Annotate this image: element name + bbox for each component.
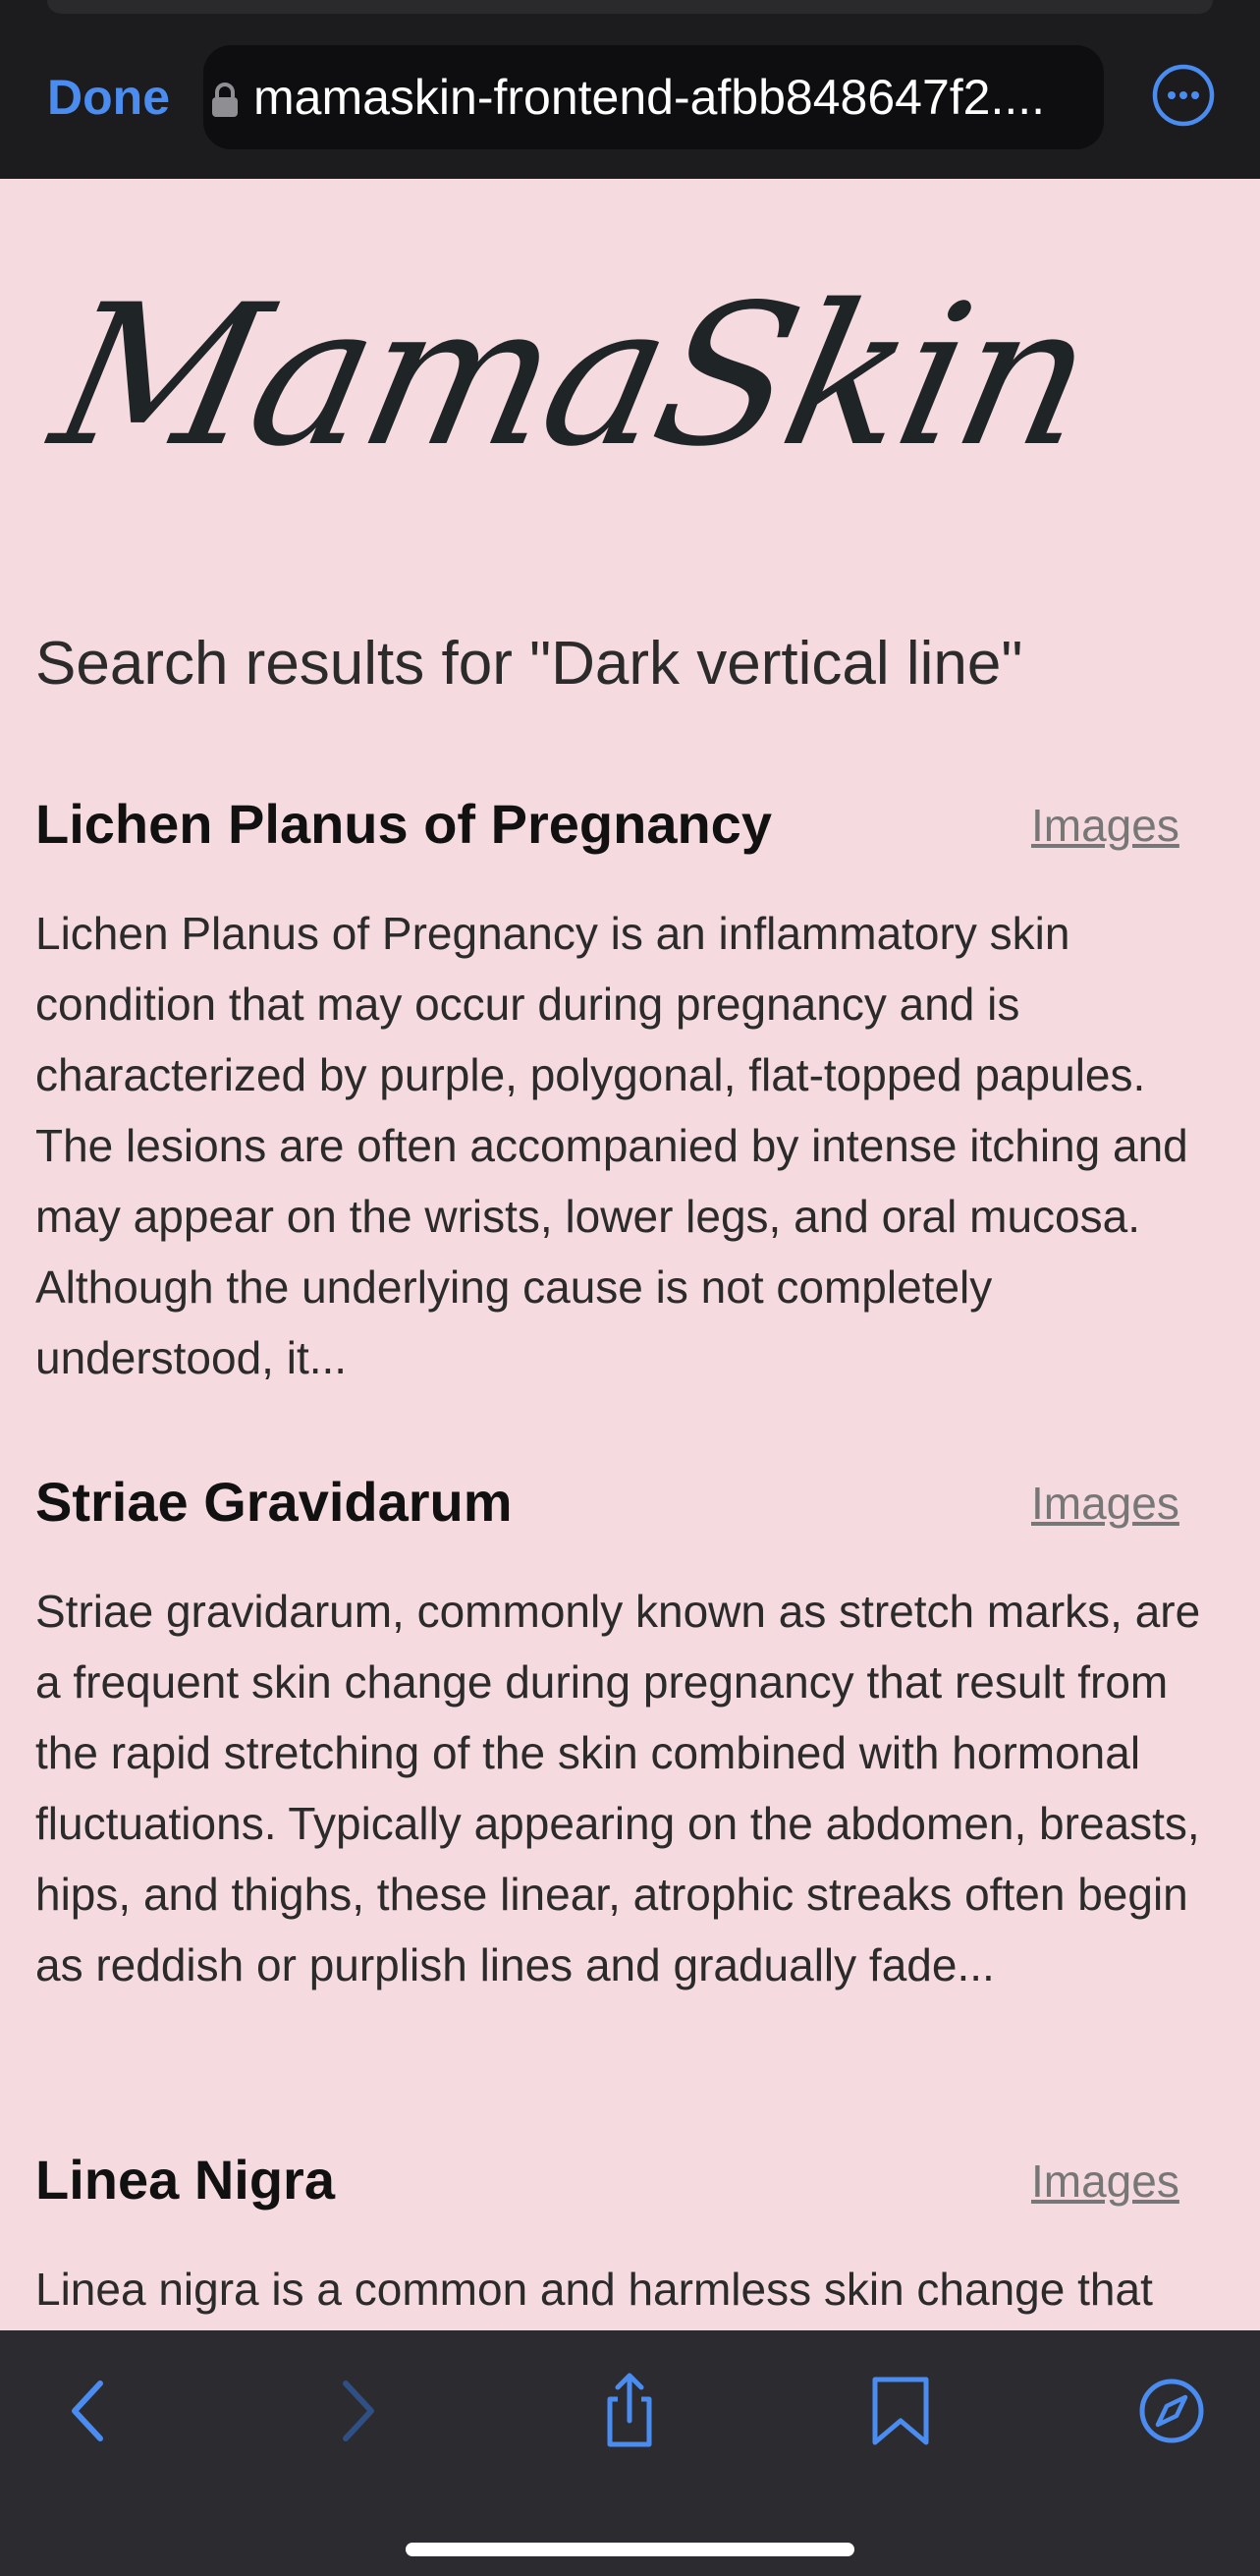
result-title: Striae Gravidarum bbox=[35, 1471, 513, 1533]
done-button[interactable]: Done bbox=[47, 65, 170, 130]
result-title: Lichen Planus of Pregnancy bbox=[35, 793, 772, 855]
address-bar-url: mamaskin-frontend-afbb848647f2.... bbox=[253, 70, 1046, 125]
web-content: MamaSkin Search results for "Dark vertic… bbox=[0, 179, 1260, 2330]
result-description: Striae gravidarum, commonly known as str… bbox=[35, 1586, 1201, 1990]
chevron-right-icon[interactable] bbox=[316, 2370, 399, 2452]
site-logo[interactable]: MamaSkin bbox=[37, 262, 1108, 489]
site-logo-text: MamaSkin bbox=[36, 262, 1109, 489]
home-indicator bbox=[406, 2543, 854, 2556]
bookmark-icon[interactable] bbox=[859, 2370, 942, 2452]
more-options-icon[interactable] bbox=[1151, 63, 1216, 128]
images-link[interactable]: Images bbox=[1031, 1474, 1179, 1533]
browser-top-bar: Done mamaskin-frontend-afbb848647f2.... bbox=[0, 0, 1260, 179]
result-description: Lichen Planus of Pregnancy is an inflamm… bbox=[35, 908, 1188, 1383]
chevron-left-icon[interactable] bbox=[47, 2370, 130, 2452]
compass-icon[interactable] bbox=[1130, 2370, 1213, 2452]
search-results-heading: Search results for "Dark vertical line" bbox=[35, 630, 1023, 698]
status-area bbox=[47, 0, 1213, 14]
result-description: Linea nigra is a common and harmless ski… bbox=[35, 2264, 1153, 2315]
lock-icon bbox=[212, 83, 238, 117]
share-icon[interactable] bbox=[588, 2370, 671, 2452]
browser-toolbar bbox=[0, 2330, 1260, 2576]
images-link[interactable]: Images bbox=[1031, 2152, 1179, 2211]
result-title: Linea Nigra bbox=[35, 2149, 335, 2211]
images-link[interactable]: Images bbox=[1031, 796, 1179, 855]
